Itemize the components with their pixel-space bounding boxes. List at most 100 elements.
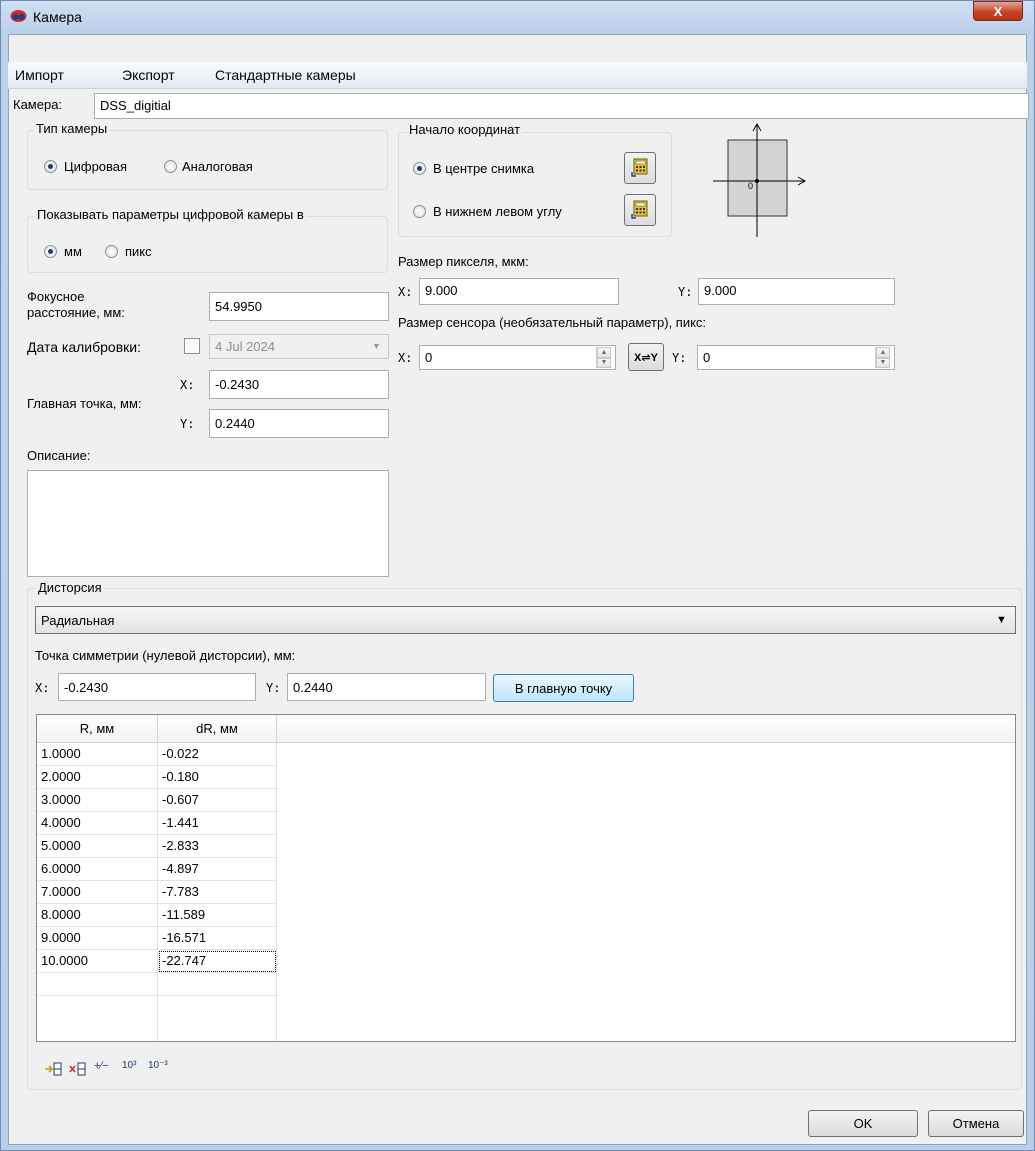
symmetry-x-input[interactable]: -0.2430	[58, 673, 256, 701]
principal-y-label: Y:	[180, 417, 195, 431]
column-header-filler	[277, 715, 1015, 743]
column-header-dr[interactable]: dR, мм	[158, 715, 277, 743]
column-separator	[276, 996, 277, 1041]
sensor-x-label: X:	[398, 351, 413, 365]
table-cell-empty[interactable]	[158, 973, 277, 996]
radio-origin-bottom-left[interactable]	[413, 205, 426, 218]
calibration-checkbox[interactable]	[184, 338, 200, 354]
radio-mm[interactable]	[44, 245, 57, 258]
radio-pix[interactable]	[105, 245, 118, 258]
table-cell-r[interactable]: 8.0000	[37, 904, 158, 927]
distortion-group-label: Дисторсия	[36, 580, 104, 595]
pixel-size-y-input[interactable]: 9.000	[698, 278, 895, 305]
column-header-r[interactable]: R, мм	[37, 715, 158, 743]
table-cell-r[interactable]: 1.0000	[37, 743, 158, 766]
insert-row-icon[interactable]	[44, 1060, 64, 1078]
focal-label-line2: расстояние, мм:	[27, 305, 125, 320]
table-cell-r[interactable]: 5.0000	[37, 835, 158, 858]
camera-name-input[interactable]: DSS_digitial	[94, 93, 1029, 119]
origin-diagram	[705, 122, 815, 240]
table-cell-dr[interactable]: -0.180	[158, 766, 277, 789]
table-cell-dr[interactable]: -16.571	[158, 927, 277, 950]
calibration-date-input[interactable]: 4 Jul 2024	[209, 334, 389, 359]
swap-xy-button[interactable]: X⇌Y	[628, 343, 664, 371]
multiply-1000-icon[interactable]: 10³	[122, 1060, 142, 1078]
table-cell-r[interactable]: 9.0000	[37, 927, 158, 950]
origin-zero-label: 0	[748, 181, 754, 191]
menu-export[interactable]: Экспорт	[122, 67, 175, 83]
table-cell-r[interactable]: 6.0000	[37, 858, 158, 881]
chevron-down-icon[interactable]: ▼	[372, 341, 381, 351]
symmetry-point-label: Точка симметрии (нулевой дисторсии), мм:	[35, 648, 296, 663]
principal-point-label: Главная точка, мм:	[27, 396, 142, 411]
description-textarea[interactable]	[27, 470, 389, 577]
calc-bottom-left-button[interactable]	[624, 194, 656, 226]
table-cell-dr[interactable]: -11.589	[158, 904, 277, 927]
focal-label-line1: Фокусное	[27, 289, 85, 304]
table-cell-dr[interactable]: -2.833	[158, 835, 277, 858]
symmetry-y-label: Y:	[266, 681, 281, 695]
calc-center-button[interactable]	[624, 152, 656, 184]
app-icon	[10, 9, 27, 23]
principal-y-input[interactable]: 0.2440	[209, 409, 389, 438]
distortion-type-select[interactable]: Радиальная	[35, 606, 1016, 634]
sensor-size-label: Размер сенсора (необязательный параметр)…	[398, 315, 707, 330]
table-cell-r[interactable]: 7.0000	[37, 881, 158, 904]
pixel-x-label: X:	[398, 285, 413, 299]
radio-analog-label: Аналоговая	[182, 159, 253, 174]
camera-type-label: Тип камеры	[34, 121, 110, 136]
ok-button[interactable]: OK	[808, 1110, 918, 1137]
chevron-down-icon[interactable]: ▼	[996, 614, 1007, 626]
table-cell-dr[interactable]: -1.441	[158, 812, 277, 835]
cancel-button[interactable]: Отмена	[928, 1110, 1024, 1137]
description-label: Описание:	[27, 448, 91, 463]
table-cell-dr[interactable]: -0.022	[158, 743, 277, 766]
radio-pix-label: пикс	[125, 244, 152, 259]
units-group-label: Показывать параметры цифровой камеры в	[35, 207, 306, 222]
table-cell-r[interactable]: 10.0000	[37, 950, 158, 973]
close-button[interactable]: X	[973, 1, 1023, 21]
radio-origin-center-label: В центре снимка	[433, 161, 535, 176]
camera-label: Камера:	[13, 97, 63, 112]
principal-x-input[interactable]: -0.2430	[209, 370, 389, 399]
symmetry-y-input[interactable]: 0.2440	[287, 673, 486, 701]
table-cell-dr[interactable]: -7.783	[158, 881, 277, 904]
origin-group-label: Начало координат	[407, 122, 523, 137]
divide-1000-icon[interactable]: 10⁻³	[148, 1060, 172, 1078]
radio-digital-label: Цифровая	[64, 159, 128, 174]
title-bar	[6, 0, 1026, 34]
pixel-y-label: Y:	[678, 285, 693, 299]
pixel-size-x-input[interactable]: 9.000	[419, 278, 619, 305]
symmetry-x-label: X:	[35, 681, 50, 695]
distortion-table: R, мм dR, мм 1.0000 -0.022 2.0000 -0.180 3.0…	[36, 714, 1016, 1042]
radio-digital[interactable]	[44, 160, 57, 173]
table-cell-dr[interactable]: -4.897	[158, 858, 277, 881]
menu-standard-cameras[interactable]: Стандартные камеры	[215, 67, 356, 83]
delete-row-icon[interactable]	[68, 1060, 88, 1078]
column-separator	[157, 996, 158, 1041]
radio-origin-bottom-left-label: В нижнем левом углу	[433, 204, 562, 219]
table-cell-r[interactable]: 4.0000	[37, 812, 158, 835]
principal-x-label: X:	[180, 378, 195, 392]
sensor-x-input[interactable]: 0	[419, 345, 616, 370]
focal-length-input[interactable]: 54.9950	[209, 292, 389, 321]
calibration-label: Дата калибровки:	[27, 339, 141, 355]
table-cell-r[interactable]: 3.0000	[37, 789, 158, 812]
table-cell-dr[interactable]: -22.747	[158, 950, 277, 973]
menu-import[interactable]: Импорт	[15, 67, 64, 83]
invert-sign-icon[interactable]: +∕−	[94, 1060, 114, 1078]
window-title: Камера	[33, 9, 82, 25]
to-principal-point-button[interactable]: В главную точку	[493, 674, 634, 702]
sensor-y-spinner[interactable]: ▲ ▼	[875, 347, 890, 368]
table-cell-empty[interactable]	[37, 973, 158, 996]
radio-origin-center[interactable]	[413, 162, 426, 175]
table-cell-dr[interactable]: -0.607	[158, 789, 277, 812]
table-cell-r[interactable]: 2.0000	[37, 766, 158, 789]
sensor-y-label: Y:	[672, 351, 687, 365]
sensor-y-input[interactable]: 0	[697, 345, 895, 370]
radio-mm-label: мм	[64, 244, 82, 259]
pixel-size-label: Размер пикселя, мкм:	[398, 254, 529, 269]
calculator-icon	[630, 157, 650, 180]
radio-analog[interactable]	[164, 160, 177, 173]
sensor-x-spinner[interactable]: ▲ ▼	[596, 347, 611, 368]
